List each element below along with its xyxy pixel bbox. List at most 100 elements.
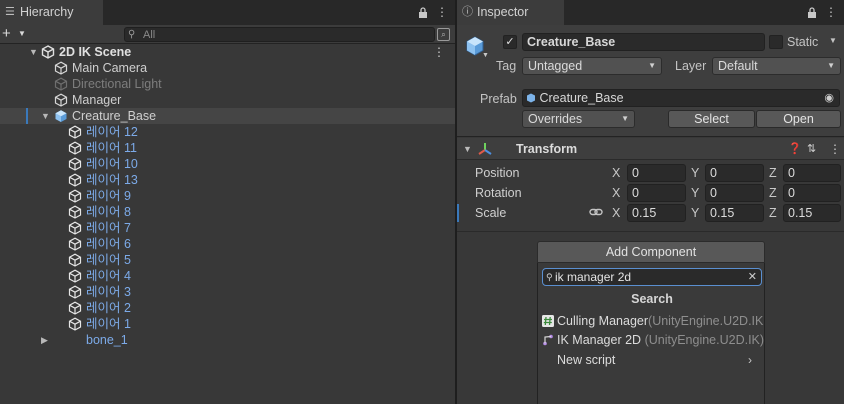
hierarchy-items: Main Camera Directional Light Manager ▼ Crea… bbox=[0, 60, 455, 348]
hierarchy-row[interactable]: 레이어 2 bbox=[0, 300, 455, 316]
tab-inspector[interactable]: ⓘ Inspector bbox=[457, 0, 564, 25]
position-x-label[interactable]: X bbox=[612, 166, 620, 180]
overrides-label: Overrides bbox=[528, 112, 583, 126]
scale-z-label[interactable]: Z bbox=[769, 206, 777, 220]
component-search-input[interactable] bbox=[555, 269, 745, 285]
position-z-field[interactable]: 0 bbox=[783, 164, 841, 182]
result-culling-manager[interactable]: Culling Manager(UnityEngine.U2D.IK bbox=[538, 312, 766, 330]
help-icon[interactable]: ❓ bbox=[788, 138, 802, 160]
icon-picker-caret-icon[interactable]: ▼ bbox=[482, 52, 489, 59]
gameobject-cube-icon bbox=[68, 237, 82, 251]
active-checkbox[interactable]: ✓ bbox=[503, 35, 517, 49]
object-picker-icon[interactable]: ◉ bbox=[824, 90, 834, 106]
hierarchy-row[interactable]: Directional Light bbox=[0, 76, 455, 92]
rotation-y-label[interactable]: Y bbox=[691, 186, 699, 200]
inspector-kebab-icon[interactable]: ⋮ bbox=[825, 0, 837, 25]
hierarchy-row[interactable]: 레이어 13 bbox=[0, 172, 455, 188]
object-name-field[interactable]: Creature_Base bbox=[522, 33, 765, 51]
gameobject-cube-icon bbox=[54, 61, 68, 75]
scene-menu-icon[interactable]: ⋮ bbox=[433, 44, 445, 60]
hierarchy-row[interactable]: 레이어 1 bbox=[0, 316, 455, 332]
static-dropdown-icon[interactable]: ▼ bbox=[829, 36, 837, 45]
gameobject-cube-icon bbox=[68, 269, 82, 283]
hierarchy-row[interactable]: 레이어 10 bbox=[0, 156, 455, 172]
overrides-dropdown[interactable]: Overrides ▼ bbox=[522, 110, 635, 128]
hierarchy-row[interactable]: ▶ bone_1 bbox=[0, 332, 455, 348]
component-search[interactable]: ⚲ ✕ bbox=[542, 268, 762, 286]
scale-x-label[interactable]: X bbox=[612, 206, 620, 220]
collapse-arrow-icon[interactable]: ▶ bbox=[41, 332, 48, 348]
rotation-z-field[interactable]: 0 bbox=[783, 184, 841, 202]
prefab-small-icon bbox=[527, 93, 535, 103]
hash-script-icon bbox=[542, 315, 554, 327]
component-menu-icon[interactable]: ⋮ bbox=[829, 138, 841, 160]
clear-search-icon[interactable]: ✕ bbox=[748, 269, 757, 285]
position-y-field[interactable]: 0 bbox=[705, 164, 764, 182]
hierarchy-row[interactable]: 레이어 6 bbox=[0, 236, 455, 252]
hierarchy-row[interactable]: 레이어 5 bbox=[0, 252, 455, 268]
new-script-item[interactable]: New script › bbox=[538, 351, 766, 369]
search-filter-icon[interactable]: ⌕ bbox=[437, 28, 450, 41]
rotation-x-label[interactable]: X bbox=[612, 186, 620, 200]
rotation-z-label[interactable]: Z bbox=[769, 186, 777, 200]
hierarchy-row-label: 레이어 7 bbox=[86, 221, 131, 235]
rotation-x-field[interactable]: 0 bbox=[627, 184, 686, 202]
hierarchy-row[interactable]: Main Camera bbox=[0, 60, 455, 76]
scene-row[interactable]: ▼ 2D IK Scene ⋮ bbox=[0, 44, 455, 60]
hierarchy-toolbar: +▼ ⚲ ⌕ bbox=[0, 25, 455, 44]
expand-arrow-icon[interactable]: ▼ bbox=[29, 44, 38, 60]
hierarchy-search[interactable]: ⚲ bbox=[124, 27, 435, 42]
fold-arrow-icon[interactable]: ▼ bbox=[463, 138, 472, 160]
link-icon[interactable] bbox=[589, 207, 603, 217]
hierarchy-row[interactable]: 레이어 8 bbox=[0, 204, 455, 220]
add-component-button[interactable]: Add Component bbox=[537, 241, 765, 263]
component-divider bbox=[457, 231, 844, 232]
hierarchy-row[interactable]: 레이어 3 bbox=[0, 284, 455, 300]
hierarchy-row[interactable]: 레이어 7 bbox=[0, 220, 455, 236]
chevron-down-icon: ▼ bbox=[621, 114, 629, 123]
hierarchy-row-label: 레이어 5 bbox=[86, 253, 131, 267]
tab-inspector-label: Inspector bbox=[477, 5, 529, 19]
hierarchy-row[interactable]: 레이어 11 bbox=[0, 140, 455, 156]
create-button[interactable]: + ▼ bbox=[2, 25, 28, 43]
gameobject-cube-icon bbox=[68, 285, 82, 299]
hierarchy-row[interactable]: 레이어 12 bbox=[0, 124, 455, 140]
result-ik-manager-2d[interactable]: IK Manager 2D (UnityEngine.U2D.IK) bbox=[538, 331, 766, 349]
prefab-label: Prefab bbox=[480, 92, 517, 106]
hierarchy-row[interactable]: ▼ Creature_Base bbox=[0, 108, 455, 124]
inspector-tabbar: ⓘ Inspector ⋮ bbox=[457, 0, 844, 25]
position-z-label[interactable]: Z bbox=[769, 166, 777, 180]
hierarchy-row-label: 레이어 4 bbox=[86, 269, 131, 283]
position-y-label[interactable]: Y bbox=[691, 166, 699, 180]
hierarchy-row[interactable]: 레이어 9 bbox=[0, 188, 455, 204]
static-label: Static bbox=[787, 35, 819, 49]
transform-title: Transform bbox=[516, 142, 578, 156]
hierarchy-row[interactable]: 레이어 4 bbox=[0, 268, 455, 284]
scale-z-field[interactable]: 0.15 bbox=[783, 204, 841, 222]
tab-hierarchy[interactable]: ☰ Hierarchy bbox=[0, 0, 103, 25]
scale-y-field[interactable]: 0.15 bbox=[705, 204, 764, 222]
presets-icon[interactable]: ⇅ bbox=[807, 138, 816, 160]
lock-icon[interactable] bbox=[416, 0, 430, 25]
rotation-y-field[interactable]: 0 bbox=[705, 184, 764, 202]
tag-dropdown[interactable]: Untagged ▼ bbox=[522, 57, 662, 75]
new-script-label: New script bbox=[557, 353, 616, 367]
hierarchy-row-label: Directional Light bbox=[72, 77, 162, 91]
static-checkbox[interactable] bbox=[769, 35, 783, 49]
hierarchy-search-input[interactable] bbox=[143, 28, 423, 41]
gameobject-cube-icon bbox=[68, 253, 82, 267]
layer-dropdown[interactable]: Default ▼ bbox=[712, 57, 841, 75]
position-x-field[interactable]: 0 bbox=[627, 164, 686, 182]
prefab-asset-field[interactable]: Creature_Base ◉ bbox=[522, 89, 840, 107]
select-button[interactable]: Select bbox=[668, 110, 755, 128]
scale-y-label[interactable]: Y bbox=[691, 206, 699, 220]
open-button[interactable]: Open bbox=[756, 110, 841, 128]
expand-arrow-icon[interactable]: ▼ bbox=[41, 108, 50, 124]
kebab-menu-icon[interactable]: ⋮ bbox=[436, 0, 448, 25]
transform-header[interactable]: ▼ Transform ❓ ⇅ ⋮ bbox=[457, 138, 844, 160]
gameobject-cube-icon bbox=[68, 301, 82, 315]
scale-x-field[interactable]: 0.15 bbox=[627, 204, 686, 222]
chevron-down-icon: ▼ bbox=[827, 61, 835, 70]
hierarchy-row[interactable]: Manager bbox=[0, 92, 455, 108]
inspector-lock-icon[interactable] bbox=[805, 0, 819, 25]
